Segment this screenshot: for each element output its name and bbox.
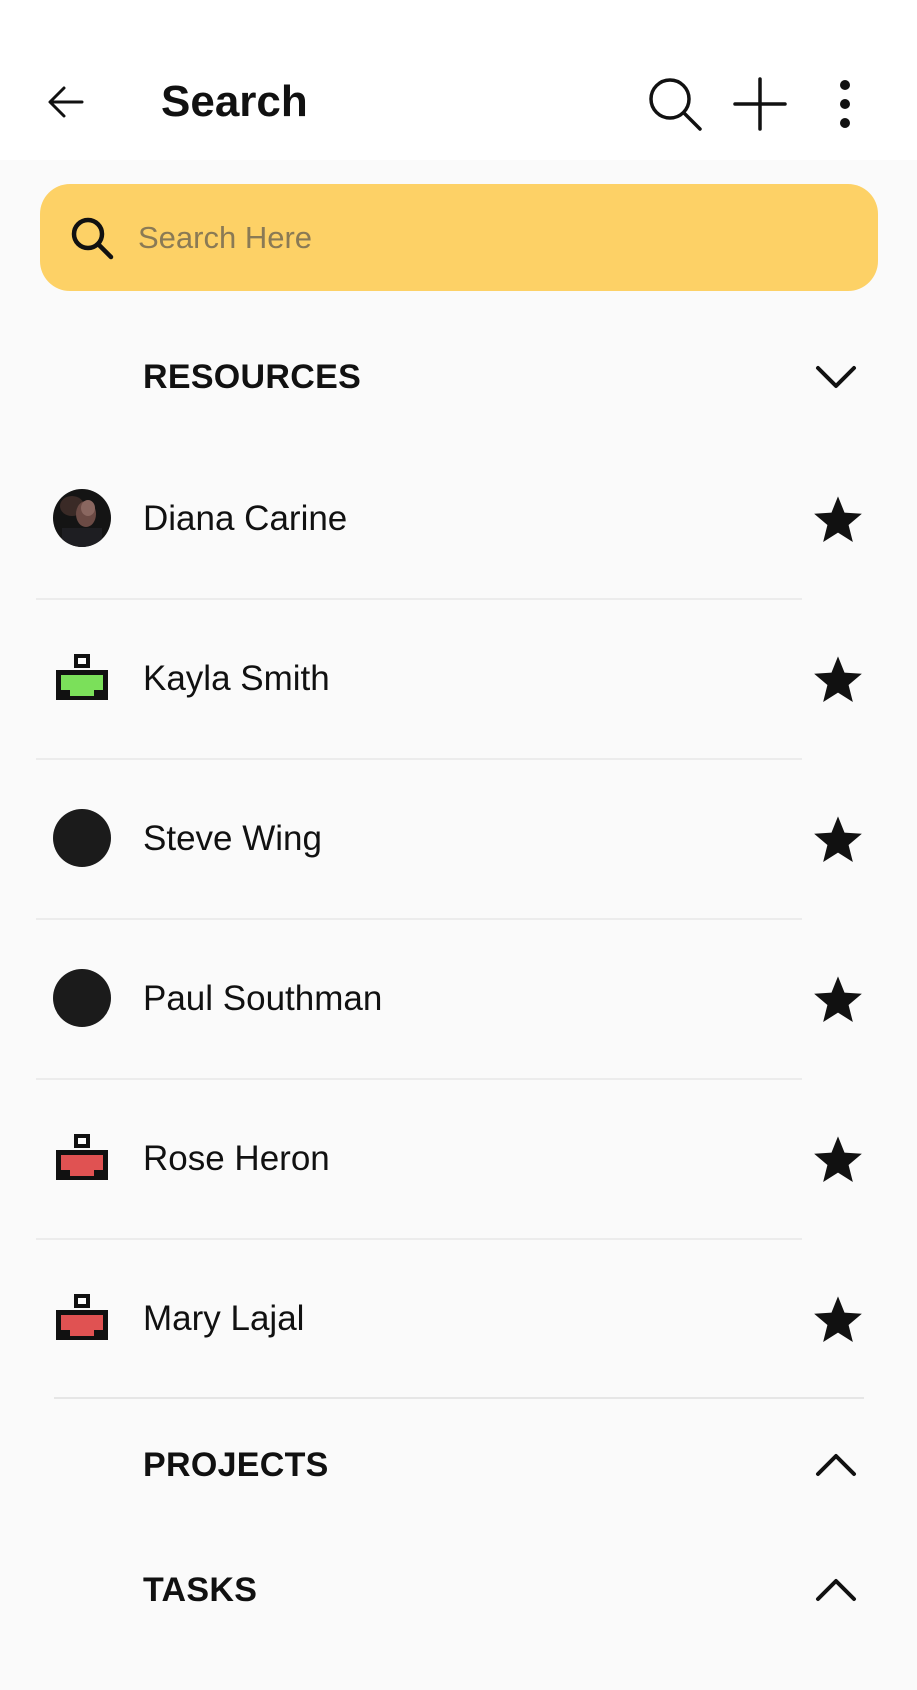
- photo-avatar: [52, 488, 112, 548]
- chevron-up-icon[interactable]: [808, 1562, 864, 1618]
- list-item[interactable]: Paul Southman: [0, 920, 917, 1080]
- list-item[interactable]: Kayla Smith: [0, 600, 917, 760]
- dark-circle-avatar: [52, 968, 112, 1028]
- back-button[interactable]: [40, 76, 92, 128]
- search-button[interactable]: [643, 72, 707, 136]
- list-item[interactable]: Rose Heron: [0, 1080, 917, 1240]
- plus-icon: [733, 77, 787, 131]
- arrow-left-icon: [48, 86, 84, 118]
- dark-circle-avatar: [52, 808, 112, 868]
- resource-name: Rose Heron: [143, 1139, 330, 1178]
- red-resource-icon: [52, 1128, 112, 1188]
- chevron-up-icon[interactable]: [808, 1437, 864, 1493]
- red-resource-icon: [52, 1288, 112, 1348]
- add-button[interactable]: [728, 72, 792, 136]
- chevron-down-icon[interactable]: [808, 349, 864, 405]
- star-icon[interactable]: [808, 1130, 868, 1190]
- section-label: TASKS: [143, 1571, 258, 1609]
- star-icon[interactable]: [808, 490, 868, 550]
- search-icon: [649, 78, 702, 131]
- star-icon[interactable]: [808, 650, 868, 710]
- resource-name: Paul Southman: [143, 979, 383, 1018]
- resource-name: Mary Lajal: [143, 1299, 305, 1338]
- more-options-button[interactable]: [813, 72, 877, 136]
- status-bar: [0, 0, 917, 46]
- search-bar: [40, 184, 878, 291]
- page-title: Search: [161, 77, 308, 126]
- star-icon[interactable]: [808, 1290, 868, 1350]
- app-bar: Search: [0, 46, 917, 160]
- section-header-projects[interactable]: PROJECTS: [0, 1413, 917, 1517]
- star-icon[interactable]: [808, 970, 868, 1030]
- more-vertical-icon: [840, 80, 850, 128]
- resource-name: Kayla Smith: [143, 659, 330, 698]
- search-icon: [64, 210, 120, 266]
- section-label: PROJECTS: [143, 1446, 329, 1484]
- search-input[interactable]: [138, 208, 838, 268]
- section-header-tasks[interactable]: TASKS: [0, 1538, 917, 1642]
- star-icon[interactable]: [808, 810, 868, 870]
- divider: [54, 1397, 864, 1399]
- resource-name: Diana Carine: [143, 499, 348, 538]
- list-item[interactable]: Steve Wing: [0, 760, 917, 920]
- section-header-resources[interactable]: RESOURCES: [0, 325, 917, 429]
- list-item[interactable]: Mary Lajal: [0, 1240, 917, 1400]
- resource-name: Steve Wing: [143, 819, 322, 858]
- list-item[interactable]: Diana Carine: [0, 440, 917, 600]
- section-label: RESOURCES: [143, 358, 362, 396]
- green-resource-icon: [52, 648, 112, 708]
